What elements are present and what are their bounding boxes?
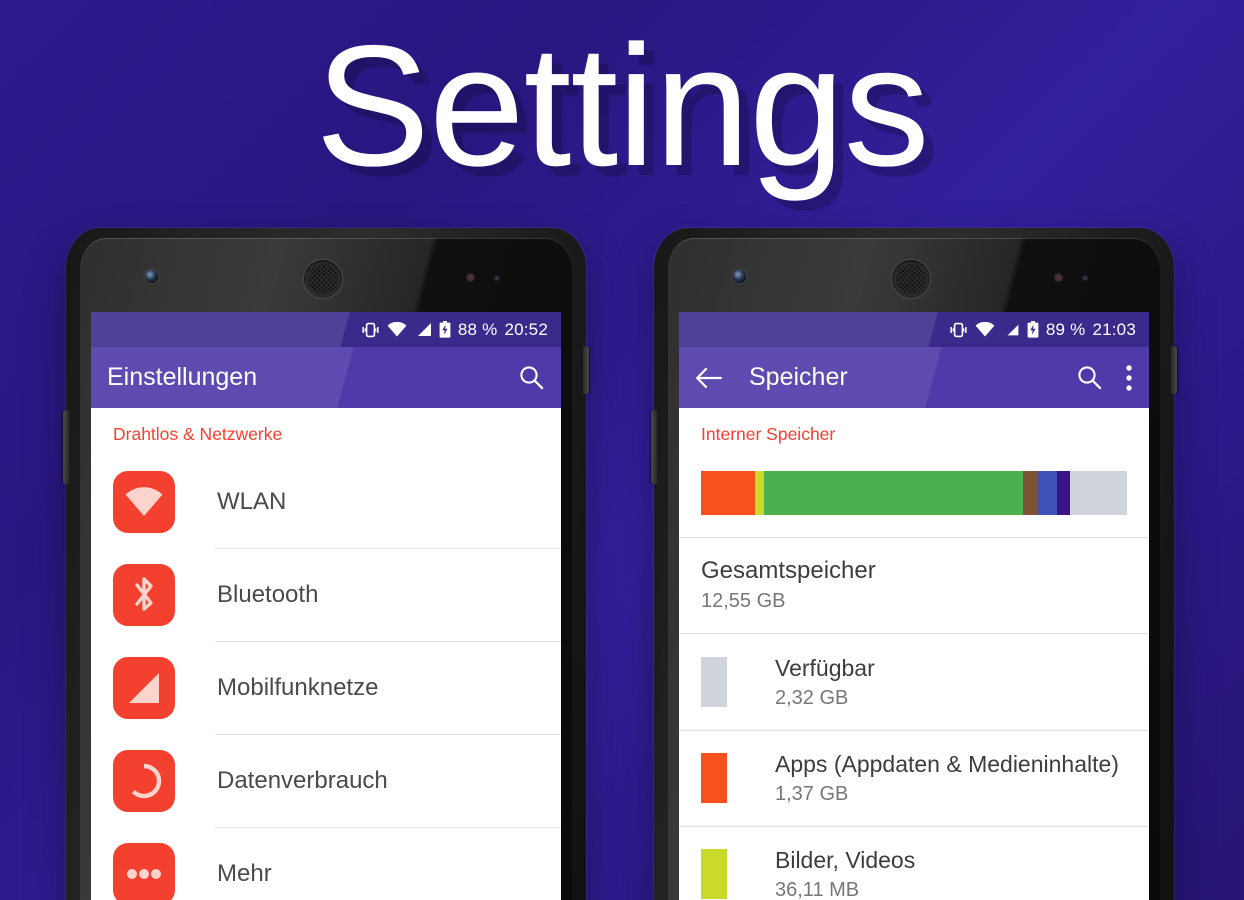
volume-button[interactable]	[651, 410, 657, 484]
storage-usage-bar-wrap	[679, 455, 1149, 537]
list-item-label: Mehr	[217, 859, 272, 887]
usage-bar-segment	[1069, 471, 1127, 515]
usage-bar-segment	[1057, 471, 1070, 515]
bluetooth-icon	[113, 563, 175, 626]
clock-label: 20:52	[504, 319, 548, 339]
color-swatch	[701, 849, 727, 899]
signal-icon	[1002, 322, 1020, 337]
storage-usage-bar	[701, 471, 1127, 515]
power-button[interactable]	[1171, 346, 1177, 394]
storage-row-label: Bilder, Videos	[775, 847, 916, 874]
status-bar-right: 89 % 21:03	[679, 312, 1149, 347]
storage-row-label: Apps (Appdaten & Medieninhalte)	[775, 751, 1119, 778]
vibrate-icon	[949, 322, 968, 338]
storage-total-value: 12,55 GB	[701, 590, 786, 612]
screen-left: 88 % 20:52 Einstellungen Drahtlos & Netz…	[91, 312, 561, 900]
storage-total-row[interactable]: Gesamtspeicher 12,55 GB	[679, 538, 1149, 633]
app-bar-title: Speicher	[749, 363, 848, 391]
page-title: Settings	[315, 10, 929, 202]
usage-bar-segment	[701, 471, 755, 515]
app-bar-right: Speicher	[679, 347, 1149, 408]
volume-button[interactable]	[63, 410, 69, 484]
usage-bar-segment	[1023, 471, 1038, 515]
more-vertical-icon[interactable]	[1125, 364, 1133, 392]
wifi-icon	[113, 470, 175, 533]
storage-row-value: 2,32 GB	[775, 686, 849, 709]
earpiece-speaker-icon	[892, 260, 930, 298]
list-item-label: Mobilfunknetze	[217, 673, 379, 701]
list-item-mobile-networks[interactable]: Mobilfunknetze	[91, 641, 561, 734]
list-item-label: WLAN	[217, 487, 287, 515]
signal-icon	[113, 656, 175, 719]
proximity-sensor-icon	[1054, 272, 1124, 284]
settings-list: Drahtlos & Netzwerke WLAN Bluetooth Mobi…	[91, 408, 561, 900]
wifi-icon	[975, 322, 995, 337]
wifi-icon	[387, 322, 407, 337]
app-bar-title: Einstellungen	[107, 363, 258, 391]
front-camera-icon	[145, 270, 158, 283]
signal-icon	[414, 322, 432, 337]
app-bar-left: Einstellungen	[91, 347, 561, 408]
usage-bar-segment	[754, 471, 764, 515]
screen-right: 89 % 21:03 Speicher Interner Speicher Ge…	[679, 312, 1149, 900]
usage-bar-segment	[763, 471, 1024, 515]
color-swatch	[701, 753, 727, 803]
more-horizontal-icon	[113, 842, 175, 900]
list-item-bluetooth[interactable]: Bluetooth	[91, 548, 561, 641]
storage-row-texts: Apps (Appdaten & Medieninhalte) 1,37 GB	[775, 750, 1119, 806]
storage-row-apps[interactable]: Apps (Appdaten & Medieninhalte) 1,37 GB	[679, 730, 1149, 826]
search-icon[interactable]	[518, 364, 545, 391]
earpiece-speaker-icon	[304, 260, 342, 298]
battery-percent-label: 89 %	[1045, 319, 1086, 339]
phone-device-right: 89 % 21:03 Speicher Interner Speicher Ge…	[651, 228, 1177, 900]
battery-charging-icon	[439, 321, 451, 338]
status-bar-left: 88 % 20:52	[91, 312, 561, 347]
section-header-internal-storage: Interner Speicher	[701, 424, 836, 444]
storage-row-label: Verfügbar	[775, 655, 875, 682]
storage-row-texts: Bilder, Videos 36,11 MB	[775, 846, 915, 900]
proximity-sensor-icon	[466, 272, 536, 284]
storage-row-value: 36,11 MB	[775, 878, 860, 900]
search-icon[interactable]	[1076, 364, 1103, 391]
arrow-back-icon[interactable]	[695, 366, 723, 390]
vibrate-icon	[361, 322, 380, 338]
power-button[interactable]	[583, 346, 589, 394]
data-usage-icon	[113, 749, 175, 812]
clock-label: 21:03	[1092, 319, 1136, 339]
front-camera-icon	[733, 270, 746, 283]
storage-row-available[interactable]: Verfügbar 2,32 GB	[679, 634, 1149, 730]
list-item-label: Bluetooth	[217, 580, 319, 608]
section-header-wireless: Drahtlos & Netzwerke	[113, 424, 283, 444]
list-item-more[interactable]: Mehr	[91, 827, 561, 900]
storage-row-images-videos[interactable]: Bilder, Videos 36,11 MB	[679, 826, 1149, 900]
storage-list: Interner Speicher Gesamtspeicher 12,55 G…	[679, 408, 1149, 900]
list-item-label: Datenverbrauch	[217, 766, 388, 794]
battery-charging-icon	[1027, 321, 1039, 338]
list-item-wlan[interactable]: WLAN	[91, 455, 561, 548]
storage-total-label: Gesamtspeicher	[701, 557, 876, 584]
storage-row-texts: Verfügbar 2,32 GB	[775, 654, 875, 710]
color-swatch	[701, 657, 727, 707]
usage-bar-segment	[1037, 471, 1058, 515]
phone-device-left: 88 % 20:52 Einstellungen Drahtlos & Netz…	[63, 228, 589, 900]
list-item-data-usage[interactable]: Datenverbrauch	[91, 734, 561, 827]
battery-percent-label: 88 %	[457, 319, 498, 339]
storage-row-value: 1,37 GB	[775, 782, 849, 805]
